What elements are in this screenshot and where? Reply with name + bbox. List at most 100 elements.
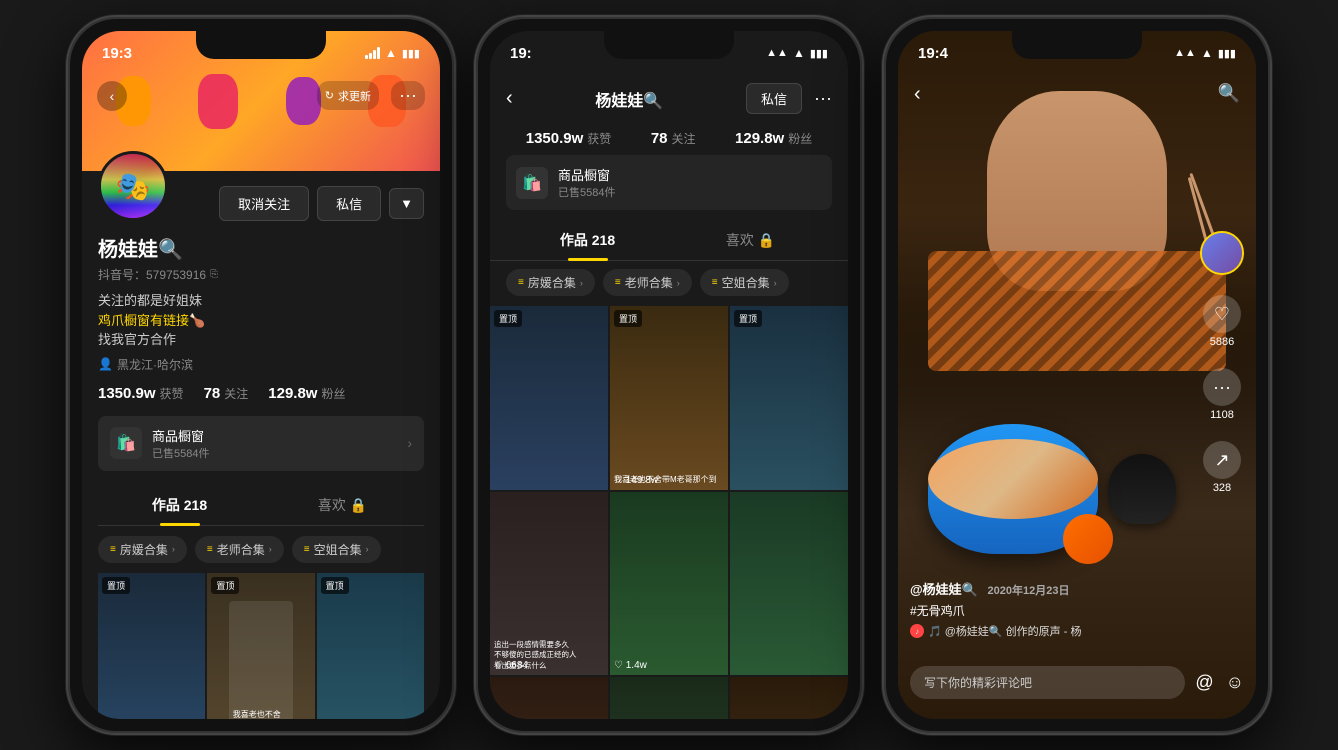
back-button[interactable]: ‹	[97, 81, 127, 111]
collection-icon: ≡	[304, 544, 310, 555]
volume-down-button	[882, 257, 884, 312]
comment-action[interactable]: ··· 1108	[1203, 368, 1241, 421]
stack-icon: ≡	[518, 277, 524, 288]
avatar: 🎭	[98, 151, 168, 221]
shop-banner-2[interactable]: 🛍️ 商品橱窗 已售5584件	[506, 155, 832, 210]
pinned-badge: 置顶	[614, 310, 642, 327]
grid-item[interactable]: 置顶 ♡ 13.0w	[98, 573, 205, 720]
message-button-2[interactable]: 私信	[746, 83, 802, 114]
collection-kongjie[interactable]: ≡ 空姐合集 ›	[292, 536, 381, 563]
phone-frame-1: 19:3 ▲ ▮▮▮	[66, 15, 456, 735]
chevron-icon: ›	[774, 278, 777, 288]
tabs-2: 作品 218 喜欢 🔒	[490, 220, 848, 261]
chevron-icon: ›	[677, 278, 680, 288]
collection-fangmei-2[interactable]: ≡ 房媛合集 ›	[506, 269, 595, 296]
status-icons-3: ▲▲ ▲ ▮▮▮	[1174, 46, 1236, 60]
grid-video[interactable]: 置顶	[730, 306, 848, 490]
grid-video[interactable]	[730, 677, 848, 719]
grid-video[interactable]: 我喜老也不舍带M老哥那个到 置顶 ♡ 149.8w	[610, 306, 728, 490]
video-grid-2: 置顶 我喜老也不舍带M老哥那个到 置顶 ♡ 149.8w 置顶 追出一	[490, 306, 848, 719]
battery-icon: ▮▮▮	[1218, 47, 1236, 60]
person-clothing	[928, 251, 1226, 371]
message-button[interactable]: 私信	[317, 186, 381, 221]
uid: 抖音号：579753916 ⎘	[98, 266, 424, 283]
stat-followers-2: 129.8w 粉丝	[735, 130, 812, 147]
like-action[interactable]: ♡ 5886	[1203, 295, 1241, 348]
collection-kongjie-2[interactable]: ≡ 空姐合集 ›	[700, 269, 789, 296]
like-count: ♡ 1.4w	[614, 660, 647, 671]
collection-laoshi[interactable]: ≡ 老师合集 ›	[195, 536, 284, 563]
stat-followers: 129.8w 粉丝	[268, 385, 345, 402]
bio-line3: 找我官方合作	[98, 330, 424, 350]
at-icon[interactable]: @	[1195, 672, 1213, 693]
pinned-badge: 置顶	[494, 310, 522, 327]
grid-item[interactable]: 置顶	[317, 573, 424, 720]
grid-video[interactable]: 追出一段感情需要多久不够傻的已感成正经的人看出更多点什么 ♡ 6684	[490, 492, 608, 676]
shop-arrow: ›	[407, 435, 412, 451]
shop-icon: 🛍️	[110, 427, 142, 459]
more-button-2[interactable]: ···	[814, 88, 832, 109]
time-display: 19:3	[102, 45, 132, 62]
collection-fangmei[interactable]: ≡ 房媛合集 ›	[98, 536, 187, 563]
shop-info-2: 商品橱窗 已售5584件	[558, 165, 615, 200]
comment-bar: 写下你的精彩评论吧 @ ☺	[910, 666, 1244, 699]
stat-likes: 1350.9w 获赞	[98, 385, 184, 402]
status-icons: ▲ ▮▮▮	[365, 46, 420, 60]
more-button[interactable]: ···	[391, 81, 425, 110]
wifi-icon: ▲	[1201, 46, 1213, 60]
header-username: 杨娃娃🔍	[525, 87, 734, 111]
grid-item[interactable]: 我喜老也不舍带M老哥那个到 置顶 ♡ 149.8w	[207, 573, 314, 720]
time-3: 19:4	[918, 45, 948, 62]
copy-icon[interactable]: ⎘	[210, 269, 218, 280]
signal-icon: ▲▲	[1174, 47, 1196, 59]
silent-button	[882, 137, 884, 172]
cooker	[1108, 454, 1176, 524]
video-info: @杨娃娃🔍 2020年12月23日 #无骨鸡爪 ♪ 🎵 @杨娃娃🔍 创作的原声 …	[910, 579, 1186, 639]
grid-video[interactable]: ♡ 1.4w	[610, 492, 728, 676]
shop-widget[interactable]: 🛍️ 商品橱窗 已售5584件 ›	[98, 416, 424, 471]
grid-video[interactable]	[490, 677, 608, 719]
update-button[interactable]: ↻ 求更新	[317, 81, 379, 110]
battery-icon: ▮▮▮	[402, 47, 420, 60]
share-action[interactable]: ↗ 328	[1203, 441, 1241, 494]
unfollow-button[interactable]: 取消关注	[219, 186, 309, 221]
grid-video[interactable]	[610, 677, 728, 719]
back-button-2[interactable]: ‹	[506, 87, 513, 110]
emoji-icon[interactable]: ☺	[1226, 672, 1244, 693]
tab-works-2[interactable]: 作品 218	[506, 220, 669, 260]
tab-likes-2[interactable]: 喜欢 🔒	[669, 220, 832, 260]
like-count: ♡ 6684	[494, 660, 528, 671]
comment-icon: ···	[1203, 368, 1241, 406]
grid-video[interactable]: 置顶	[490, 306, 608, 490]
music-info: ♪ 🎵 @杨娃娃🔍 创作的原声 - 杨	[910, 623, 1186, 639]
grid-video[interactable]	[730, 492, 848, 676]
share-icon: ↗	[1203, 441, 1241, 479]
collections-row: ≡ 房媛合集 › ≡ 老师合集 › ≡ 空姐合集 ›	[98, 536, 424, 573]
pinned-badge: 置顶	[321, 577, 349, 594]
right-sidebar: ♡ 5886 ··· 1108 ↗ 328	[1200, 231, 1244, 494]
header-actions: ↻ 求更新 ···	[317, 81, 425, 110]
comment-input[interactable]: 写下你的精彩评论吧	[910, 666, 1185, 699]
bio-line2: 鸡爪橱窗有链接🍗	[98, 311, 424, 331]
like-icon: ♡	[1203, 295, 1241, 333]
person-icon: 👤	[98, 357, 113, 371]
notch-2	[604, 31, 734, 59]
food-area	[928, 389, 1176, 589]
tab-works[interactable]: 作品 218	[98, 485, 261, 525]
notch-1	[196, 31, 326, 59]
phone-3: 19:4 ▲▲ ▲ ▮▮▮ ‹ 🔍	[882, 15, 1272, 735]
stats-row: 1350.9w 获赞 78 关注 129.8w 粉丝	[98, 385, 424, 402]
collection-laoshi-2[interactable]: ≡ 老师合集 ›	[603, 269, 692, 296]
like-count: ♡ 149.8w	[614, 475, 658, 486]
video-author-avatar[interactable]	[1200, 231, 1244, 275]
hashtag: #无骨鸡爪	[910, 602, 1186, 619]
username: 杨娃娃🔍	[98, 233, 424, 262]
bowl-handle	[1063, 514, 1113, 564]
signal-icon	[365, 47, 380, 59]
stack-icon: ≡	[712, 277, 718, 288]
dropdown-button[interactable]: ▼	[389, 188, 424, 219]
back-button-3[interactable]: ‹	[914, 83, 921, 106]
search-button[interactable]: 🔍	[1218, 83, 1240, 104]
bowl-contents	[928, 439, 1098, 519]
tab-likes[interactable]: 喜欢 🔒	[261, 485, 424, 525]
